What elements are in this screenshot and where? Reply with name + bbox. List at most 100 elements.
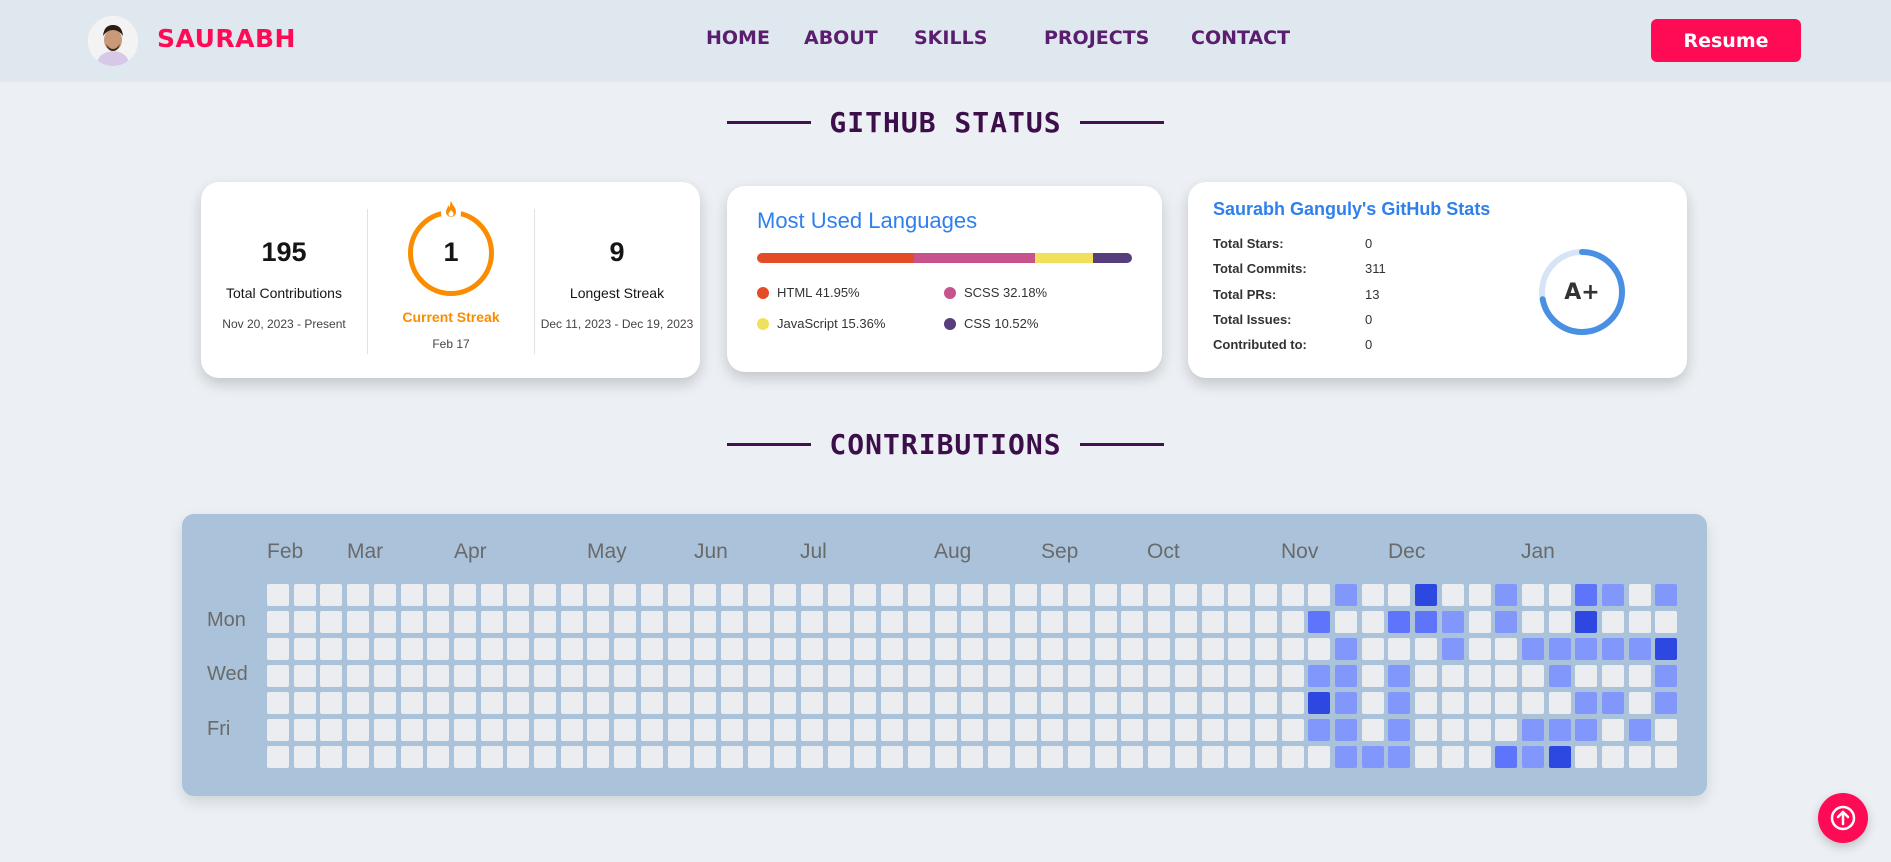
contribution-cell[interactable] [1361, 665, 1384, 687]
contribution-cell[interactable] [534, 746, 556, 768]
contribution-cell[interactable] [1335, 584, 1357, 606]
contribution-cell[interactable] [694, 692, 717, 714]
contribution-cell[interactable] [774, 692, 797, 714]
contribution-cell[interactable] [827, 692, 850, 714]
contribution-cell[interactable] [1121, 665, 1144, 687]
contribution-cell[interactable] [1602, 611, 1624, 633]
contribution-cell[interactable] [801, 638, 823, 660]
contribution-cell[interactable] [827, 611, 850, 633]
contribution-cell[interactable] [373, 638, 396, 660]
contribution-cell[interactable] [293, 611, 316, 633]
contribution-cell[interactable] [854, 584, 877, 606]
contribution-cell[interactable] [667, 719, 690, 741]
contribution-cell[interactable] [1575, 692, 1598, 714]
contribution-cell[interactable] [1094, 692, 1117, 714]
contribution-cell[interactable] [1201, 719, 1224, 741]
contribution-cell[interactable] [507, 746, 530, 768]
contribution-cell[interactable] [1575, 719, 1598, 741]
contribution-cell[interactable] [854, 665, 877, 687]
contribution-cell[interactable] [987, 692, 1010, 714]
contribution-cell[interactable] [961, 665, 984, 687]
contribution-cell[interactable] [1254, 665, 1277, 687]
contribution-cell[interactable] [480, 638, 503, 660]
contribution-cell[interactable] [1655, 746, 1678, 768]
contribution-cell[interactable] [907, 611, 930, 633]
contribution-cell[interactable] [1361, 584, 1384, 606]
contribution-cell[interactable] [1041, 638, 1064, 660]
contribution-cell[interactable] [1094, 611, 1117, 633]
contribution-cell[interactable] [587, 692, 610, 714]
contribution-cell[interactable] [1441, 692, 1464, 714]
contribution-cell[interactable] [587, 584, 610, 606]
contribution-cell[interactable] [560, 611, 583, 633]
contribution-cell[interactable] [1441, 638, 1464, 660]
contribution-cell[interactable] [1201, 746, 1224, 768]
contribution-cell[interactable] [934, 638, 957, 660]
contribution-cell[interactable] [1254, 611, 1277, 633]
contribution-cell[interactable] [1228, 638, 1251, 660]
contribution-cell[interactable] [1655, 611, 1678, 633]
contribution-cell[interactable] [373, 665, 396, 687]
contribution-cell[interactable] [400, 611, 423, 633]
contribution-cell[interactable] [1281, 638, 1304, 660]
contribution-cell[interactable] [1201, 611, 1224, 633]
contribution-cell[interactable] [1602, 692, 1624, 714]
contribution-cell[interactable] [961, 746, 984, 768]
contribution-cell[interactable] [347, 719, 370, 741]
contribution-cell[interactable] [774, 665, 797, 687]
contribution-cell[interactable] [774, 638, 797, 660]
contribution-cell[interactable] [1094, 584, 1117, 606]
contribution-cell[interactable] [1468, 611, 1491, 633]
contribution-cell[interactable] [987, 584, 1010, 606]
contribution-cell[interactable] [373, 611, 396, 633]
contribution-cell[interactable] [854, 638, 877, 660]
contribution-cell[interactable] [480, 719, 503, 741]
contribution-cell[interactable] [640, 638, 663, 660]
contribution-cell[interactable] [987, 719, 1010, 741]
contribution-cell[interactable] [1388, 584, 1411, 606]
contribution-cell[interactable] [587, 665, 610, 687]
contribution-cell[interactable] [1121, 692, 1144, 714]
contribution-cell[interactable] [293, 719, 316, 741]
contribution-cell[interactable] [1068, 584, 1090, 606]
contribution-cell[interactable] [1068, 746, 1090, 768]
contribution-cell[interactable] [560, 692, 583, 714]
contribution-cell[interactable] [560, 584, 583, 606]
nav-about[interactable]: ABOUT [804, 27, 878, 49]
contribution-cell[interactable] [1602, 719, 1624, 741]
contribution-cell[interactable] [400, 638, 423, 660]
streak-card[interactable]: 195 Total Contributions Nov 20, 2023 - P… [201, 182, 700, 378]
contribution-cell[interactable] [1575, 584, 1598, 606]
contribution-cell[interactable] [720, 719, 743, 741]
contribution-cell[interactable] [881, 665, 904, 687]
contribution-cell[interactable] [1628, 746, 1651, 768]
contribution-cell[interactable] [1602, 746, 1624, 768]
contribution-cell[interactable] [320, 692, 343, 714]
contribution-cell[interactable] [1495, 638, 1518, 660]
contribution-cell[interactable] [1041, 584, 1064, 606]
contribution-cell[interactable] [640, 665, 663, 687]
contribution-cell[interactable] [1174, 665, 1197, 687]
contribution-cell[interactable] [1468, 692, 1491, 714]
contribution-cell[interactable] [801, 746, 823, 768]
contribution-cell[interactable] [1335, 692, 1357, 714]
contribution-cell[interactable] [694, 584, 717, 606]
contribution-cell[interactable] [1575, 665, 1598, 687]
contribution-cell[interactable] [1602, 584, 1624, 606]
nav-skills[interactable]: SKILLS [914, 27, 987, 49]
contribution-cell[interactable] [347, 638, 370, 660]
contribution-cell[interactable] [667, 665, 690, 687]
contribution-cell[interactable] [1548, 584, 1571, 606]
contribution-cell[interactable] [1441, 611, 1464, 633]
contribution-cell[interactable] [373, 692, 396, 714]
contribution-cell[interactable] [427, 584, 450, 606]
contribution-cell[interactable] [373, 746, 396, 768]
contribution-cell[interactable] [1014, 665, 1037, 687]
contribution-cell[interactable] [720, 665, 743, 687]
contribution-cell[interactable] [480, 665, 503, 687]
contribution-cell[interactable] [507, 692, 530, 714]
contribution-cell[interactable] [934, 665, 957, 687]
resume-button[interactable]: Resume [1651, 19, 1801, 62]
contribution-cell[interactable] [1228, 611, 1251, 633]
contribution-cell[interactable] [827, 584, 850, 606]
